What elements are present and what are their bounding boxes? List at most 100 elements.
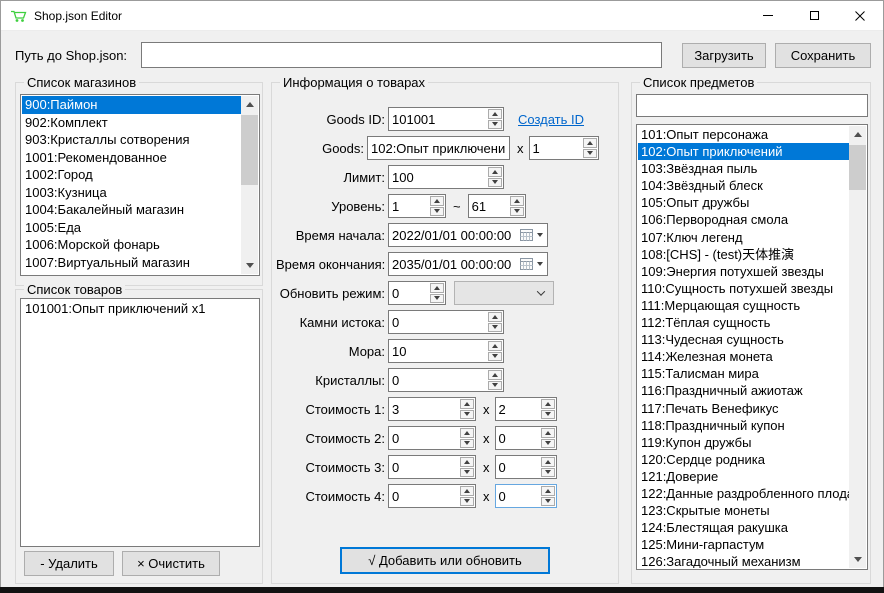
list-item[interactable]: 1003:Кузница (22, 184, 241, 202)
cost2-count-input[interactable] (496, 427, 540, 449)
crystals-spinner[interactable] (388, 368, 504, 392)
refresh-mode-spinner[interactable] (388, 281, 446, 305)
spin-up-button[interactable] (488, 312, 502, 322)
spin-down-button[interactable] (430, 294, 444, 304)
list-item[interactable]: 119:Купон дружбы (638, 434, 849, 451)
list-item[interactable]: 1001:Рекомендованное (22, 149, 241, 167)
dropdown-arrow-icon[interactable] (537, 262, 543, 266)
time-end-picker[interactable] (388, 252, 548, 276)
time-start-picker[interactable] (388, 223, 548, 247)
list-item[interactable]: 1005:Еда (22, 219, 241, 237)
cost1-id-spinner[interactable] (388, 397, 476, 421)
cost3-id-spinner[interactable] (388, 455, 476, 479)
list-item[interactable]: 125:Мини-гарпастум (638, 536, 849, 553)
create-id-link[interactable]: Создать ID (518, 112, 584, 127)
list-item[interactable]: 111:Мерцающая сущность (638, 297, 849, 314)
spin-down-button[interactable] (583, 149, 597, 159)
list-item[interactable]: 108:[CHS] - (test)天体推演 (638, 246, 849, 263)
cost4-count-input[interactable] (496, 485, 540, 507)
cost2-id-input[interactable] (389, 427, 459, 449)
path-input[interactable] (141, 42, 662, 68)
level-max-spinner[interactable] (468, 194, 526, 218)
goods-input[interactable] (367, 136, 510, 160)
spin-down-button[interactable] (541, 439, 555, 449)
list-item[interactable]: 1004:Бакалейный магазин (22, 201, 241, 219)
refresh-mode-input[interactable] (389, 282, 429, 304)
list-item[interactable]: 101:Опыт персонажа (638, 126, 849, 143)
load-button[interactable]: Загрузить (682, 43, 766, 68)
spin-down-button[interactable] (460, 410, 474, 420)
refresh-mode-combobox[interactable] (454, 281, 554, 305)
time-start-input[interactable] (392, 228, 520, 243)
spin-down-button[interactable] (488, 120, 502, 130)
scroll-down-button[interactable] (849, 551, 866, 568)
add-or-update-button[interactable]: √ Добавить или обновить (340, 547, 550, 574)
spin-up-button[interactable] (430, 283, 444, 293)
goods-count-spinner[interactable] (529, 136, 599, 160)
spin-down-button[interactable] (488, 381, 502, 391)
close-button[interactable] (837, 1, 883, 30)
list-item[interactable]: 110:Сущность потухшей звезды (638, 280, 849, 297)
list-item[interactable]: 123:Скрытые монеты (638, 502, 849, 519)
spin-up-button[interactable] (460, 428, 474, 438)
spin-up-button[interactable] (430, 196, 444, 206)
spin-down-button[interactable] (460, 497, 474, 507)
cost2-count-spinner[interactable] (495, 426, 557, 450)
level-max-input[interactable] (469, 195, 509, 217)
spin-up-button[interactable] (541, 486, 555, 496)
list-item[interactable]: 109:Энергия потухшей звезды (638, 263, 849, 280)
list-item[interactable]: 122:Данные раздробленного плода (638, 485, 849, 502)
spin-down-button[interactable] (488, 323, 502, 333)
cost3-id-input[interactable] (389, 456, 459, 478)
spin-up-button[interactable] (541, 399, 555, 409)
list-item[interactable]: 102:Опыт приключений (638, 143, 849, 160)
list-item[interactable]: 112:Тёплая сущность (638, 314, 849, 331)
cost1-id-input[interactable] (389, 398, 459, 420)
list-item[interactable]: 114:Железная монета (638, 348, 849, 365)
list-item[interactable]: 1007:Виртуальный магазин (22, 254, 241, 272)
list-item[interactable]: 113:Чудесная сущность (638, 331, 849, 348)
spin-down-button[interactable] (541, 468, 555, 478)
cost4-count-spinner[interactable] (495, 484, 557, 508)
clear-button[interactable]: × Очистить (122, 551, 220, 576)
spin-up-button[interactable] (488, 167, 502, 177)
list-item[interactable]: 126:Загадочный механизм (638, 553, 849, 568)
scroll-up-button[interactable] (849, 126, 866, 143)
list-item[interactable]: 103:Звёздная пыль (638, 160, 849, 177)
list-item[interactable]: 106:Первородная смола (638, 211, 849, 228)
spin-up-button[interactable] (460, 457, 474, 467)
time-end-input[interactable] (392, 257, 520, 272)
list-item[interactable]: 124:Блестящая ракушка (638, 519, 849, 536)
level-min-spinner[interactable] (388, 194, 446, 218)
spin-down-button[interactable] (488, 178, 502, 188)
spin-up-button[interactable] (460, 486, 474, 496)
scroll-thumb[interactable] (849, 145, 866, 190)
spin-down-button[interactable] (541, 410, 555, 420)
list-item[interactable]: 900:Паймон (22, 96, 241, 114)
primogems-input[interactable] (389, 311, 487, 333)
spin-down-button[interactable] (510, 207, 524, 217)
items-scrollbar[interactable] (849, 126, 866, 568)
mora-spinner[interactable] (388, 339, 504, 363)
level-min-input[interactable] (389, 195, 429, 217)
primogems-spinner[interactable] (388, 310, 504, 334)
spin-up-button[interactable] (488, 341, 502, 351)
spin-up-button[interactable] (541, 457, 555, 467)
spin-down-button[interactable] (460, 468, 474, 478)
list-item[interactable]: 107:Ключ легенд (638, 229, 849, 246)
list-item[interactable]: 903:Кристаллы сотворения (22, 131, 241, 149)
crystals-input[interactable] (389, 369, 487, 391)
save-button[interactable]: Сохранить (775, 43, 871, 68)
list-item[interactable]: 101001:Опыт приключений x1 (22, 300, 258, 318)
list-item[interactable]: 116:Праздничный ажиотаж (638, 382, 849, 399)
spin-down-button[interactable] (541, 497, 555, 507)
scroll-track[interactable] (241, 113, 258, 257)
cost2-id-spinner[interactable] (388, 426, 476, 450)
scroll-thumb[interactable] (241, 115, 258, 185)
list-item[interactable]: 115:Талисман мира (638, 365, 849, 382)
list-item[interactable]: 105:Опыт дружбы (638, 194, 849, 211)
spin-down-button[interactable] (460, 439, 474, 449)
cost1-count-spinner[interactable] (495, 397, 557, 421)
scroll-track[interactable] (849, 143, 866, 551)
goods-id-spinner[interactable] (388, 107, 504, 131)
